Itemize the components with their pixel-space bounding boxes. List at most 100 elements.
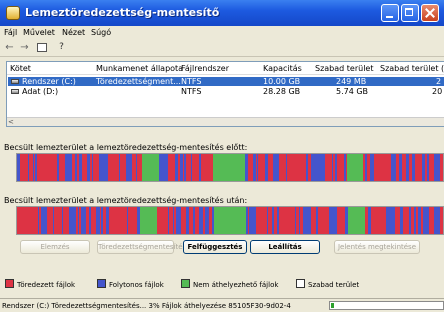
cluster-stripe <box>416 207 418 234</box>
analyze-button[interactable]: Elemzés <box>20 240 90 254</box>
cluster-stripe <box>86 207 89 234</box>
forward-arrow-icon[interactable]: → <box>18 41 31 54</box>
cluster-stripe <box>279 154 281 181</box>
cluster-stripe <box>130 207 132 234</box>
free-space-swatch <box>296 279 305 288</box>
volume-row[interactable]: Rendszer (C:) Töredezettségment... NTFS … <box>8 77 444 86</box>
cluster-stripe <box>245 154 246 181</box>
cluster-stripe <box>288 207 291 234</box>
cluster-stripe <box>82 154 85 181</box>
progress-bar <box>329 301 444 310</box>
cluster-stripe <box>317 154 320 181</box>
cluster-stripe <box>362 207 365 234</box>
column-header-free-space[interactable]: Szabad terület <box>315 64 373 73</box>
cluster-stripe <box>249 207 251 234</box>
cluster-stripe <box>37 154 39 181</box>
column-header-volume[interactable]: Kötet <box>10 64 31 73</box>
cluster-stripe <box>159 207 162 234</box>
cluster-stripe <box>321 207 322 234</box>
view-report-button[interactable]: Jelentés megtekintése <box>334 240 420 254</box>
cluster-stripe <box>308 207 311 234</box>
cluster-stripe <box>299 207 300 234</box>
cluster-stripe <box>270 207 272 234</box>
cluster-stripe <box>344 154 346 181</box>
column-header-session-status[interactable]: Munkamenet állapota <box>96 64 183 73</box>
cluster-stripe <box>415 154 417 181</box>
back-arrow-icon[interactable]: ← <box>3 41 16 54</box>
cluster-stripe <box>162 207 165 234</box>
toolbar: ← → ? <box>0 39 444 57</box>
close-button[interactable] <box>421 4 439 22</box>
cluster-stripe <box>157 207 159 234</box>
cluster-stripe <box>195 154 198 181</box>
cluster-stripe <box>287 154 290 181</box>
free-space: 249 MB <box>336 77 367 86</box>
column-header-free-space-percent[interactable]: Szabad terület ( <box>380 64 444 73</box>
cluster-stripe <box>286 154 287 181</box>
cluster-stripe <box>135 154 136 181</box>
cluster-stripe <box>337 154 340 181</box>
horizontal-scrollbar[interactable]: < <box>7 117 444 126</box>
stop-button[interactable]: Leállítás <box>250 240 320 254</box>
cluster-stripe <box>73 207 76 234</box>
cluster-stripe <box>137 207 140 234</box>
cluster-stripe <box>429 207 430 234</box>
cluster-stripe <box>266 207 267 234</box>
defragmenter-window: Lemeztöredezettség-mentesítő Fájl Művele… <box>0 0 444 312</box>
cluster-stripe <box>201 207 203 234</box>
cluster-stripe <box>311 207 314 234</box>
cluster-stripe <box>248 154 249 181</box>
cluster-stripe <box>175 154 178 181</box>
cluster-stripe <box>351 207 352 234</box>
cluster-stripe <box>113 207 115 234</box>
cluster-stripe <box>243 207 246 234</box>
cluster-stripe <box>335 154 337 181</box>
progress-fill <box>331 303 335 308</box>
cluster-stripe <box>109 207 112 234</box>
cluster-stripe <box>261 154 262 181</box>
cluster-stripe <box>34 154 35 181</box>
cluster-stripe <box>132 154 135 181</box>
cluster-stripe <box>96 207 97 234</box>
cluster-stripe <box>359 207 362 234</box>
cluster-stripe <box>338 207 339 234</box>
volume-name: Rendszer (C:) <box>22 77 76 86</box>
column-header-capacity[interactable]: Kapacitás <box>263 64 302 73</box>
cluster-stripe <box>409 154 412 181</box>
drive-icon <box>11 79 19 84</box>
minimize-button[interactable] <box>381 4 399 22</box>
cluster-stripe <box>429 154 431 181</box>
cluster-stripe <box>104 154 105 181</box>
cluster-stripe <box>357 154 358 181</box>
cluster-stripe <box>105 154 106 181</box>
cluster-stripe <box>303 207 306 234</box>
cluster-stripe <box>186 154 188 181</box>
cluster-stripe <box>272 207 274 234</box>
menu-view[interactable]: Nézet <box>62 28 85 37</box>
cluster-stripe <box>409 207 411 234</box>
defragment-button[interactable]: Töredezettségmentesítés <box>97 240 186 254</box>
cluster-stripe <box>45 154 47 181</box>
cluster-stripe <box>328 154 330 181</box>
properties-icon[interactable] <box>37 43 47 52</box>
cluster-stripe <box>325 154 328 181</box>
scroll-left-icon[interactable]: < <box>8 118 14 126</box>
cluster-stripe <box>26 207 28 234</box>
free-space: 5.74 GB <box>336 87 369 96</box>
cluster-stripe <box>169 207 170 234</box>
cluster-stripe <box>240 207 243 234</box>
menu-action[interactable]: Művelet <box>23 28 55 37</box>
cluster-stripe <box>167 207 168 234</box>
capacity: 10.00 GB <box>263 77 301 86</box>
maximize-button[interactable] <box>401 4 419 22</box>
pause-button[interactable]: Felfüggesztés <box>183 240 247 254</box>
cluster-stripe <box>108 154 111 181</box>
cluster-stripe <box>81 207 83 234</box>
cluster-stripe <box>66 207 69 234</box>
column-header-file-system[interactable]: Fájlrendszer <box>181 64 229 73</box>
menu-help[interactable]: Súgó <box>91 28 111 37</box>
menu-file[interactable]: Fájl <box>4 28 17 37</box>
help-icon[interactable]: ? <box>55 41 68 54</box>
title-bar[interactable]: Lemeztöredezettség-mentesítő <box>0 0 444 26</box>
volume-row[interactable]: Adat (D:) NTFS 28.28 GB 5.74 GB 20 <box>8 87 444 96</box>
